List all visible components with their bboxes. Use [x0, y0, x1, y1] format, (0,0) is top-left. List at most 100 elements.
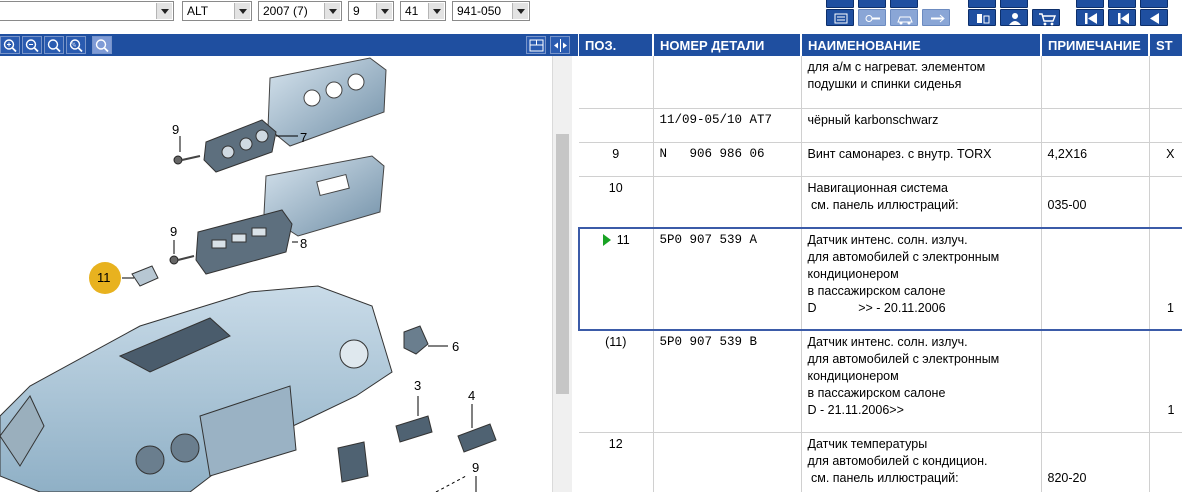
name-cell: Винт самонарез. с внутр. TORX	[801, 142, 1042, 177]
table-row[interactable]: 12 Датчик температуры для автомобилей с к…	[579, 432, 1182, 492]
model-select[interactable]	[0, 1, 174, 21]
callout-7[interactable]: 7	[300, 130, 307, 145]
callout-9[interactable]: 9	[472, 460, 479, 475]
toolbar-button-top[interactable]	[826, 0, 854, 8]
table-row[interactable]: 10 Навигационная система см. панель иллюс…	[579, 176, 1182, 229]
exploded-view-illustration	[0, 57, 497, 492]
part-number-cell	[653, 56, 802, 109]
key-icon[interactable]	[858, 9, 886, 26]
name-cell: Датчик интенс. солн. излуч. для автомоби…	[801, 227, 1042, 331]
zoom-fit-icon[interactable]	[92, 36, 112, 54]
name-cell: чёрный karbonschwarz	[801, 108, 1042, 143]
engine-select[interactable]: ALT	[182, 1, 252, 21]
st-cell	[1149, 432, 1182, 492]
callout-3[interactable]: 3	[414, 378, 421, 393]
selected-row-arrow-icon	[602, 234, 611, 246]
st-cell	[1149, 108, 1182, 143]
toolbar-button-top[interactable]	[1076, 0, 1104, 8]
parts-table: ПОЗ. НОМЕР ДЕТАЛИ НАИМЕНОВАНИЕ ПРИМЕЧАНИ…	[578, 34, 1182, 492]
toolbar-button-top[interactable]	[968, 0, 996, 8]
callout-6[interactable]: 6	[452, 339, 459, 354]
pos-cell	[579, 56, 654, 109]
toolbar-button-top[interactable]	[858, 0, 886, 8]
parts-diagram[interactable]: 9 7 9 8 11 6 3 4 9	[0, 56, 552, 492]
table-header: ПОЗ. НОМЕР ДЕТАЛИ НАИМЕНОВАНИЕ ПРИМЕЧАНИ…	[579, 34, 1182, 56]
split-resize-icon[interactable]	[550, 36, 570, 54]
zoom-area-icon[interactable]	[44, 36, 64, 54]
svg-text:%: %	[72, 43, 77, 49]
chevron-down-icon[interactable]	[428, 3, 444, 19]
table-row[interactable]: для а/м с нагреват. элементом подушки и …	[579, 56, 1182, 109]
pos-cell: 9	[579, 142, 654, 177]
main-group-select[interactable]: 9	[348, 1, 394, 21]
first-icon[interactable]	[1076, 9, 1104, 26]
arrow-icon[interactable]	[922, 9, 950, 26]
zoom-out-icon[interactable]	[22, 36, 42, 54]
note-cell	[1041, 330, 1150, 433]
part-number-cell: 5P0 907 539 B	[653, 330, 802, 433]
prev-section-icon[interactable]	[1108, 9, 1136, 26]
zoom-in-icon[interactable]	[0, 36, 20, 54]
note-cell: 035-00	[1041, 176, 1150, 229]
car-icon[interactable]	[890, 9, 918, 26]
table-row[interactable]: 11 5P0 907 539 A Датчик интенс. солн. излу…	[578, 227, 1182, 331]
pos-cell: 11	[578, 227, 654, 331]
note-cell	[1041, 108, 1150, 143]
pos-cell: 12	[579, 432, 654, 492]
note-cell	[1041, 227, 1150, 331]
climate-control-unit	[203, 119, 277, 173]
layout-toggle-icon[interactable]	[526, 36, 546, 54]
toolbar-button-top[interactable]	[1000, 0, 1028, 8]
callout-9[interactable]: 9	[172, 122, 179, 137]
col-header-note[interactable]: ПРИМЕЧАНИЕ	[1041, 34, 1150, 56]
pos-cell: 10	[579, 176, 654, 229]
toolbar-button-top[interactable]	[1140, 0, 1168, 8]
chevron-down-icon[interactable]	[156, 3, 172, 19]
zoom-100-icon[interactable]: %	[66, 36, 86, 54]
illustration-select[interactable]: 941-050	[452, 1, 530, 21]
callout-11[interactable]: 11	[97, 270, 111, 285]
callout-8[interactable]: 8	[300, 236, 307, 251]
scrollbar-thumb[interactable]	[556, 134, 569, 394]
callout-9[interactable]: 9	[170, 224, 177, 239]
part-number-cell: N 906 986 06	[653, 142, 802, 177]
table-body: для а/м с нагреват. элементом подушки и …	[578, 56, 1182, 492]
cart-icon[interactable]	[1032, 9, 1060, 26]
dashboard-body	[0, 285, 393, 492]
chevron-down-icon[interactable]	[234, 3, 250, 19]
toolbar-button-top[interactable]	[1108, 0, 1136, 8]
chevron-down-icon[interactable]	[376, 3, 392, 19]
part-number-cell	[653, 176, 802, 229]
prev-icon[interactable]	[1140, 9, 1168, 26]
table-row[interactable]: 9N 906 986 06 Винт самонарез. с внутр. TO…	[579, 142, 1182, 177]
col-header-name[interactable]: НАИМЕНОВАНИЕ	[801, 34, 1042, 56]
st-cell: 1	[1149, 227, 1182, 331]
name-cell: для а/м с нагреват. элементом подушки и …	[801, 56, 1042, 109]
parts-icon[interactable]	[968, 9, 996, 26]
callout-4[interactable]: 4	[468, 388, 475, 403]
sub-group-select[interactable]: 41	[400, 1, 446, 21]
table-row[interactable]: (11) 5P0 907 539 B Датчик интенс. солн. из…	[579, 330, 1182, 433]
list-icon[interactable]	[826, 9, 854, 26]
col-header-st[interactable]: ST	[1149, 34, 1182, 56]
part-number-cell: 5P0 907 539 A	[653, 227, 802, 331]
vent-panel-upper	[267, 57, 387, 147]
name-cell: Навигационная система см. панель иллюстр…	[801, 176, 1042, 229]
diagram-scrollbar[interactable]	[552, 56, 572, 492]
user-icon[interactable]	[1000, 9, 1028, 26]
st-cell: X	[1149, 142, 1182, 177]
diagram-toolbar: %	[0, 34, 578, 56]
chevron-down-icon[interactable]	[512, 3, 528, 19]
note-cell	[1041, 56, 1150, 109]
pos-cell	[579, 108, 654, 143]
chevron-down-icon[interactable]	[324, 3, 340, 19]
part-number-cell: 11/09-05/10 AT7	[653, 108, 802, 143]
col-header-part-number[interactable]: НОМЕР ДЕТАЛИ	[653, 34, 802, 56]
col-header-pos[interactable]: ПОЗ.	[579, 34, 654, 56]
table-row[interactable]: 11/09-05/10 AT7 чёрный karbonschwarz	[579, 108, 1182, 143]
toolbar-button-top[interactable]	[890, 0, 918, 8]
year-select[interactable]: 2007 (7)	[258, 1, 342, 21]
st-cell	[1149, 176, 1182, 229]
part-number-cell	[653, 432, 802, 492]
st-cell: 1	[1149, 330, 1182, 433]
